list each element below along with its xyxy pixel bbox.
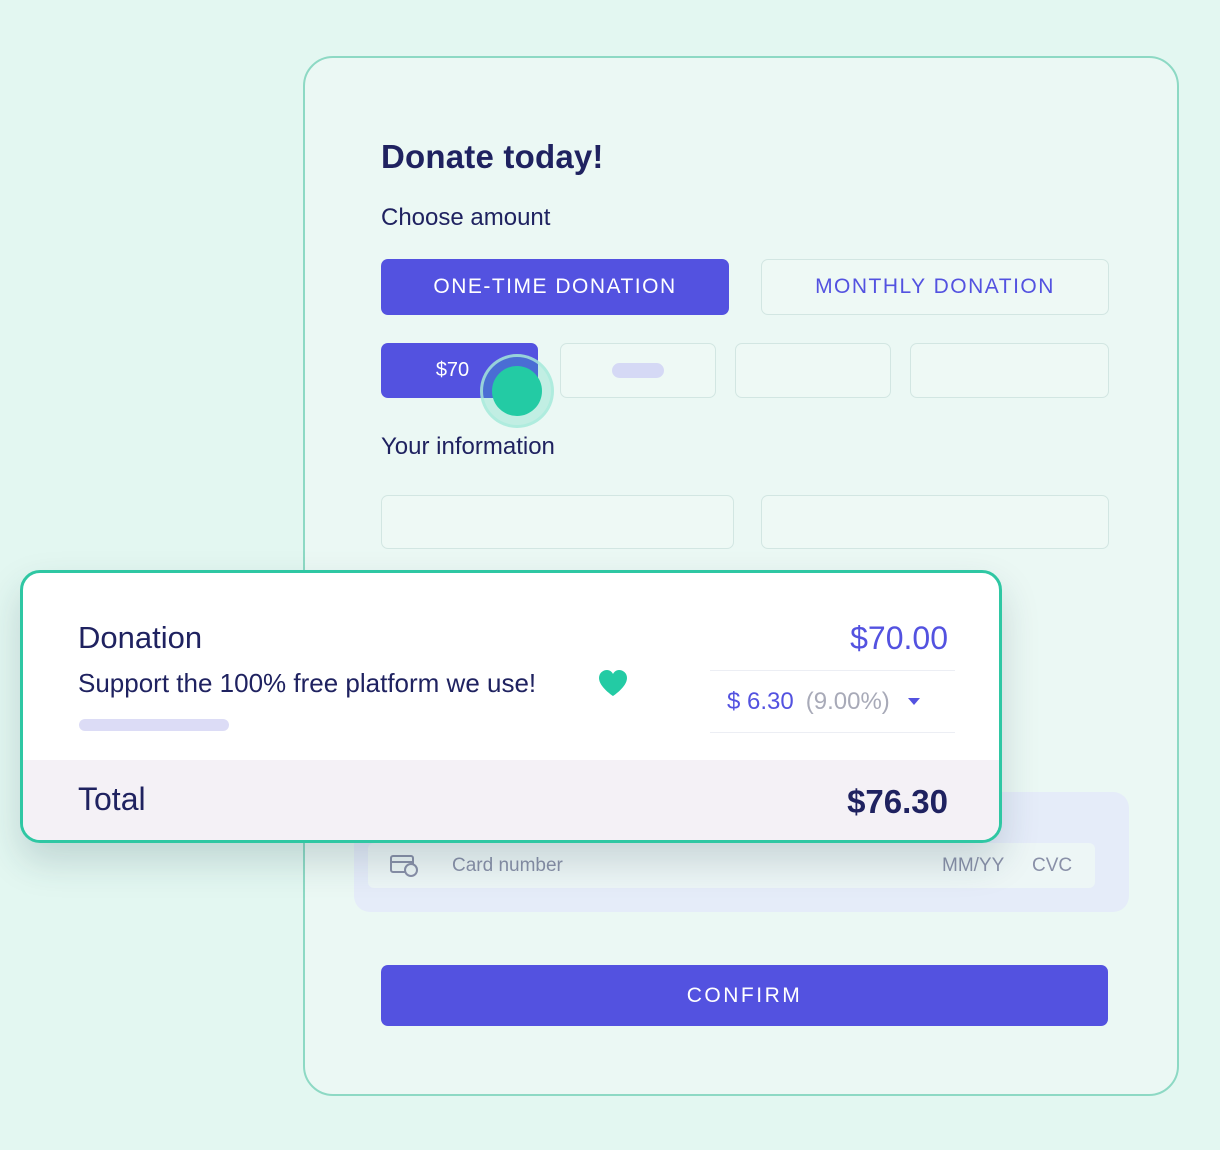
form-title: Donate today! bbox=[381, 138, 604, 175]
card-number-placeholder: Card number bbox=[452, 854, 563, 876]
tip-select[interactable]: $ 6.30 (9.00%) bbox=[710, 670, 955, 733]
monthly-donation-button[interactable]: MONTHLY DONATION bbox=[761, 259, 1109, 315]
donation-amount: $70.00 bbox=[850, 620, 948, 656]
amount-button-label: $70 bbox=[435, 359, 470, 381]
stage: Donate today! Choose amount ONE-TIME DON… bbox=[0, 0, 1220, 1150]
caret-down-icon bbox=[907, 698, 920, 705]
donation-label: Donation bbox=[78, 620, 203, 655]
donation-summary-card: Donation $70.00 Support the 100% free pl… bbox=[20, 570, 1002, 843]
heart-icon bbox=[599, 670, 627, 696]
amount-button-2[interactable] bbox=[560, 343, 716, 398]
your-information-label: Your information bbox=[381, 433, 555, 460]
text-placeholder bbox=[79, 719, 229, 731]
total-value: $76.30 bbox=[847, 783, 948, 820]
tip-percent: (9.00%) bbox=[805, 687, 890, 715]
choose-amount-label: Choose amount bbox=[381, 204, 551, 231]
one-time-donation-button[interactable]: ONE-TIME DONATION bbox=[381, 259, 729, 315]
amount-button-4[interactable] bbox=[910, 343, 1109, 398]
card-input[interactable]: Card number MM/YY CVC bbox=[368, 843, 1095, 888]
tip-value: $ 6.30 bbox=[727, 687, 794, 715]
loading-placeholder bbox=[612, 363, 664, 378]
first-name-field[interactable] bbox=[381, 495, 734, 549]
click-indicator-core bbox=[492, 366, 542, 416]
card-expiry-placeholder: MM/YY bbox=[942, 854, 1005, 876]
click-indicator bbox=[480, 354, 554, 428]
credit-card-icon bbox=[390, 855, 418, 877]
confirm-button[interactable]: CONFIRM bbox=[381, 965, 1108, 1026]
total-label: Total bbox=[78, 781, 146, 817]
amount-button-3[interactable] bbox=[735, 343, 891, 398]
card-cvc-placeholder: CVC bbox=[1032, 854, 1073, 876]
last-name-field[interactable] bbox=[761, 495, 1109, 549]
support-text: Support the 100% free platform we use! bbox=[78, 668, 537, 698]
